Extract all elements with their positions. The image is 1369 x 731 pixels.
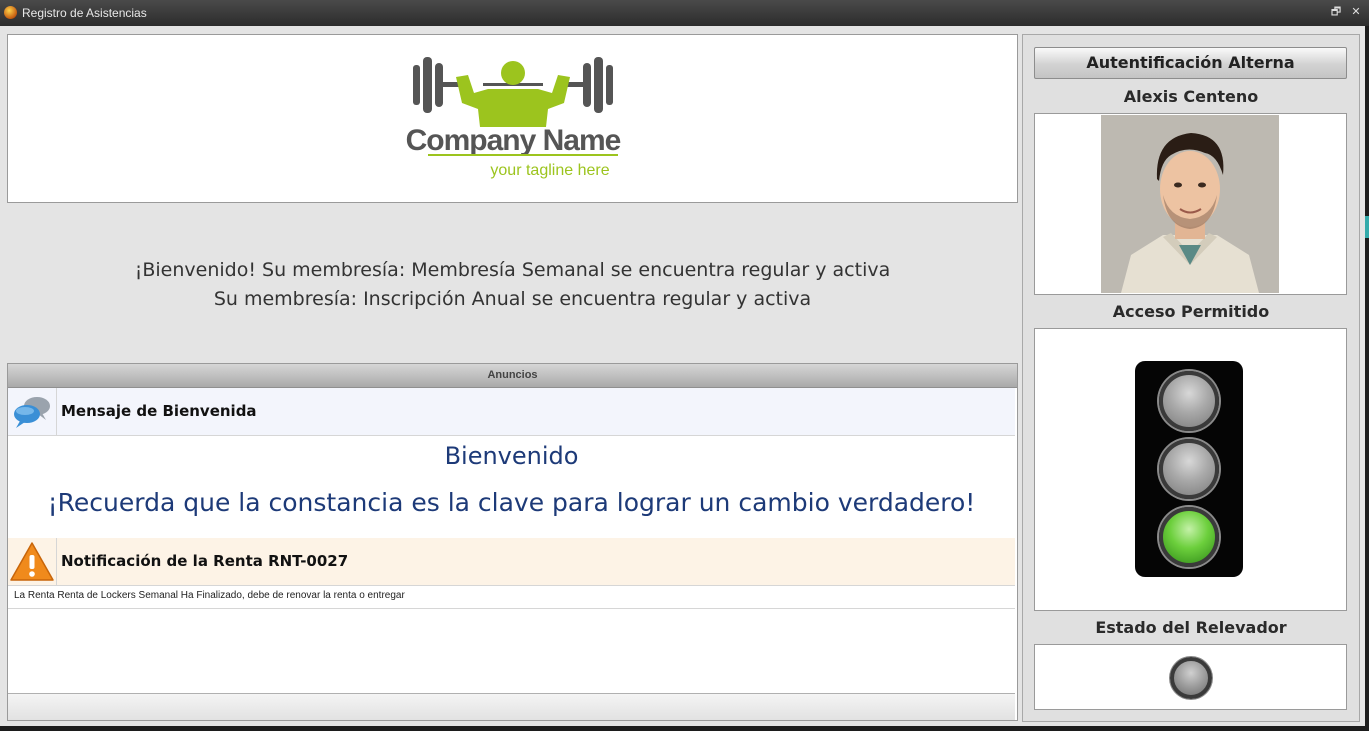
company-name: Company Name: [406, 124, 621, 157]
member-photo-frame: [1034, 113, 1347, 295]
announcements-panel: Anuncios Mensaje de Bienvenida Bienvenid…: [7, 363, 1018, 721]
announcement-message: ¡Recuerda que la constancia es la clave …: [47, 488, 976, 517]
announcement-title: Mensaje de Bienvenida: [61, 402, 257, 420]
announcement-message: La Renta Renta de Lockers Semanal Ha Fin…: [14, 590, 405, 601]
traffic-light-frame: [1034, 328, 1347, 611]
warning-icon: [10, 542, 54, 581]
announcement-body-welcome: Bienvenido ¡Recuerda que la constancia e…: [8, 436, 1015, 536]
restore-button[interactable]: 🗗: [1328, 4, 1344, 20]
member-photo: [1101, 115, 1279, 293]
company-logo: Company Name your tagline here: [406, 57, 622, 179]
window-edge-right: [1365, 26, 1369, 731]
traffic-light-yellow-lamp: [1159, 439, 1219, 499]
relay-status-label: Estado del Relevador: [1095, 618, 1287, 637]
announcement-heading: Bienvenido: [444, 442, 579, 470]
membership-status: ¡Bienvenido! Su membresía: Membresía Sem…: [7, 256, 1018, 314]
alternate-auth-button[interactable]: Autentificación Alterna: [1034, 47, 1347, 79]
membership-line-2: Su membresía: Inscripción Anual se encue…: [213, 288, 812, 310]
chat-bubbles-icon: [14, 397, 50, 428]
main-window: Company Name your tagline here ¡Bienveni…: [0, 26, 1365, 726]
traffic-light-green-lamp: [1159, 507, 1219, 567]
access-status: Acceso Permitido: [1112, 302, 1270, 321]
window-title: Registro de Asistencias: [22, 6, 147, 20]
membership-line-1: ¡Bienvenido! Su membresía: Membresía Sem…: [134, 259, 891, 281]
announcement-row-welcome[interactable]: Mensaje de Bienvenida: [8, 388, 1015, 436]
traffic-light-red-lamp: [1159, 371, 1219, 431]
announcement-title: Notificación de la Renta RNT-0027: [61, 552, 349, 570]
relay-status-lamp: [1170, 657, 1212, 699]
logo-panel: Company Name your tagline here: [7, 34, 1018, 203]
close-button[interactable]: ✕: [1348, 4, 1364, 20]
company-tagline: your tagline here: [490, 162, 609, 179]
window-edge-bottom: [0, 726, 1365, 731]
member-name: Alexis Centeno: [1123, 87, 1259, 106]
title-bar: Registro de Asistencias 🗗 ✕: [0, 0, 1369, 26]
relay-status-frame: [1034, 644, 1347, 710]
announcement-row-rental[interactable]: Notificación de la Renta RNT-0027: [8, 538, 1015, 586]
announcements-header: Anuncios: [8, 364, 1017, 388]
app-icon: [4, 6, 17, 19]
traffic-light: [1135, 361, 1243, 577]
announcement-body-rental: La Renta Renta de Lockers Semanal Ha Fin…: [8, 586, 1015, 609]
announcements-footer: [8, 693, 1015, 720]
access-panel: Autentificación Alterna Alexis Centeno A…: [1022, 34, 1360, 722]
